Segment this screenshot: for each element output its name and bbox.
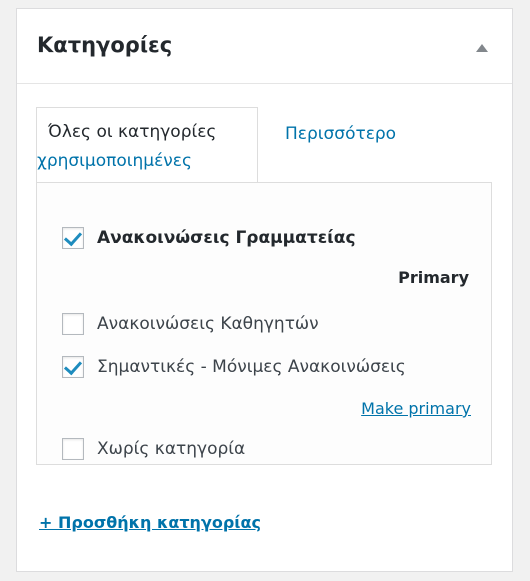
category-label: Χωρίς κατηγορία [97, 439, 246, 459]
category-item-uncategorized[interactable]: Χωρίς κατηγορία [62, 435, 245, 463]
category-item-announcements-professors[interactable]: Ανακοινώσεις Καθηγητών [62, 310, 319, 338]
triangle-up-icon[interactable] [476, 44, 488, 52]
tab-most-used[interactable]: Περισσότερο χρησιμοποιημένες [37, 121, 457, 175]
make-primary-link[interactable]: Make primary [361, 399, 471, 418]
add-category-link[interactable]: + Προσθήκη κατηγορίας [39, 513, 261, 532]
category-item-announcements-secretariat[interactable]: Ανακοινώσεις Γραμματείας [62, 224, 356, 252]
category-label: Ανακοινώσεις Γραμματείας [97, 228, 356, 248]
categories-panel: Κατηγορίες Όλες οι κατηγορίες Περισσότερ… [16, 8, 513, 572]
category-checkbox[interactable] [62, 438, 84, 460]
category-checkbox-checked[interactable] [62, 227, 84, 249]
category-label: Σημαντικές - Μόνιμες Ανακοινώσεις [97, 357, 406, 377]
panel-header: Κατηγορίες [17, 9, 512, 84]
category-checkbox-checked[interactable] [62, 356, 84, 378]
category-checklist: Ανακοινώσεις Γραμματείας Primary Ανακοιν… [36, 182, 492, 465]
primary-badge: Primary [398, 268, 469, 287]
category-item-important-announcements[interactable]: Σημαντικές - Μόνιμες Ανακοινώσεις [62, 353, 406, 381]
category-checkbox[interactable] [62, 313, 84, 335]
category-label: Ανακοινώσεις Καθηγητών [97, 314, 319, 334]
panel-title: Κατηγορίες [37, 33, 173, 57]
